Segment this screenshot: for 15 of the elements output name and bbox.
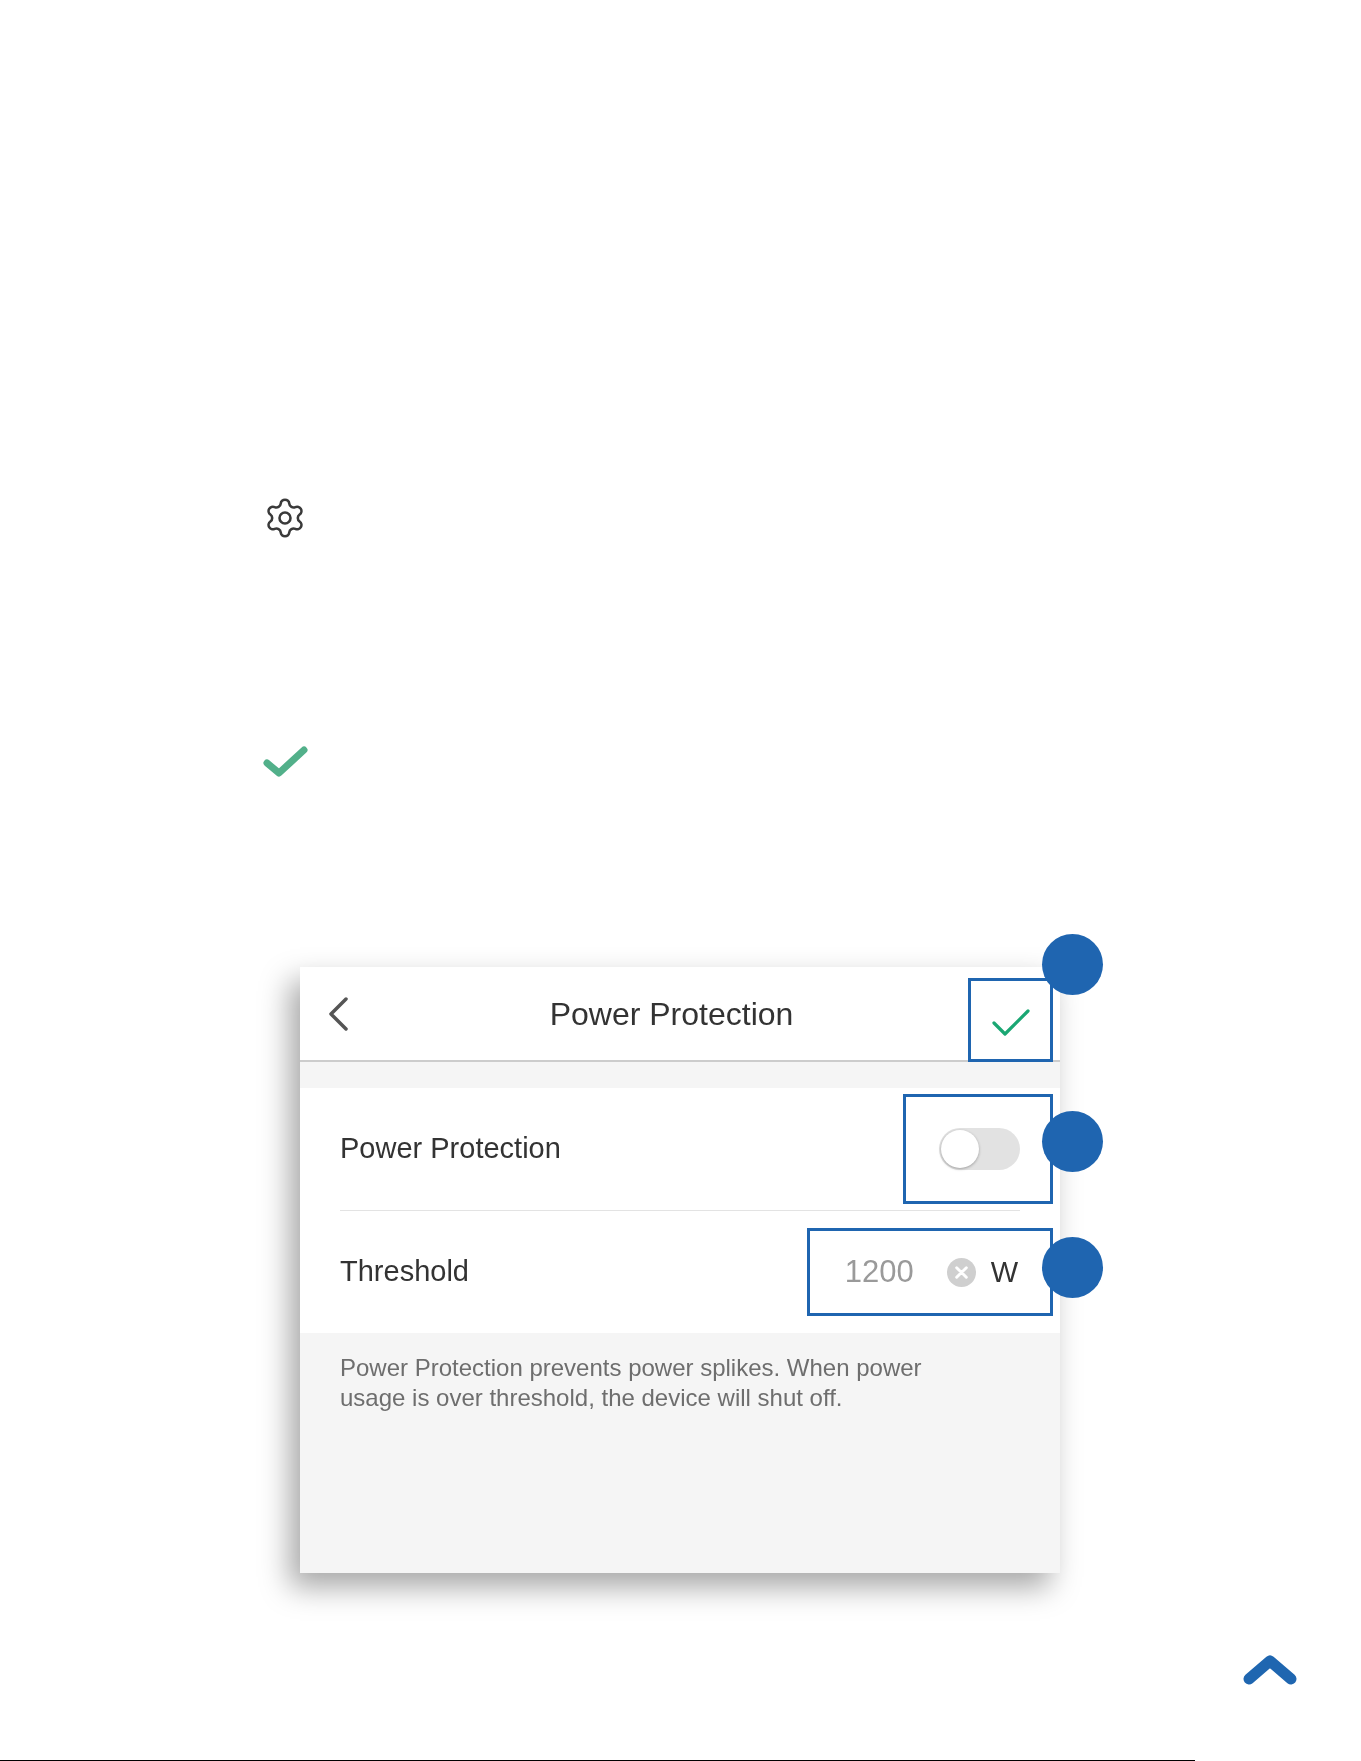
- back-button[interactable]: [326, 995, 350, 1032]
- header-title: Power Protection: [548, 994, 795, 1034]
- power-toggle[interactable]: [939, 1128, 1020, 1170]
- setting-label: Power Protection: [340, 1131, 561, 1167]
- clear-icon[interactable]: [946, 1257, 976, 1287]
- check-icon: [263, 746, 308, 777]
- confirm-button[interactable]: [991, 1007, 1030, 1037]
- threshold-field[interactable]: 1200: [833, 1248, 914, 1296]
- back-to-top-button[interactable]: [1243, 1655, 1297, 1685]
- chevron-left-icon: [326, 995, 350, 1032]
- description-text: Power Protection prevents power splikes. When power usage is over threshold, the device will shut off.: [340, 1353, 923, 1413]
- setting-label: Threshold: [340, 1254, 469, 1290]
- chevron-up-icon: [1243, 1655, 1297, 1685]
- unit-label: W: [990, 1257, 1018, 1287]
- check-icon: [991, 1007, 1030, 1037]
